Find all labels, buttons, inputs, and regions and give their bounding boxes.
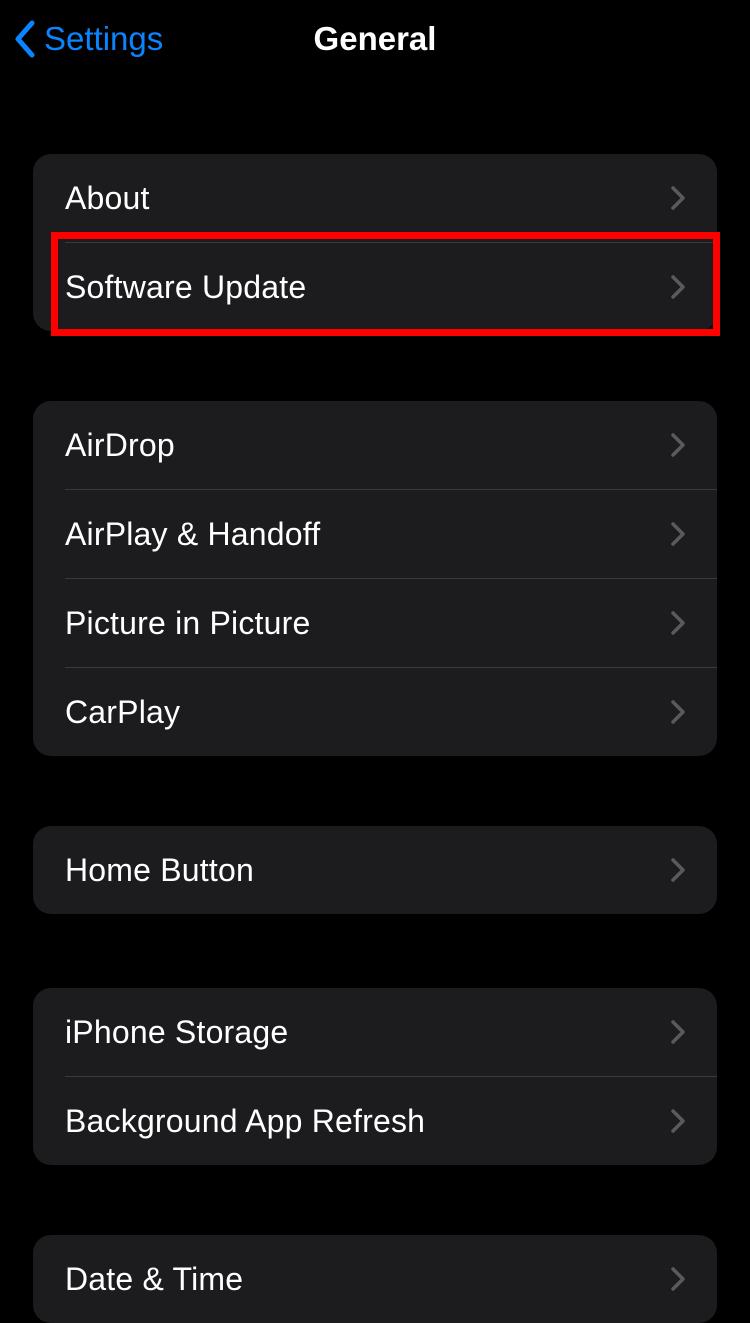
row-picture-in-picture[interactable]: Picture in Picture xyxy=(33,579,717,667)
chevron-right-icon xyxy=(671,700,685,724)
row-label: iPhone Storage xyxy=(65,1014,288,1051)
chevron-right-icon xyxy=(671,1020,685,1044)
chevron-right-icon xyxy=(671,275,685,299)
row-label: Date & Time xyxy=(65,1261,243,1298)
nav-header: Settings General xyxy=(0,0,750,78)
row-carplay[interactable]: CarPlay xyxy=(33,668,717,756)
row-software-update[interactable]: Software Update xyxy=(33,243,717,331)
row-about[interactable]: About xyxy=(33,154,717,242)
row-label: CarPlay xyxy=(65,694,180,731)
section-storage: iPhone Storage Background App Refresh xyxy=(33,988,717,1165)
content: About Software Update AirDrop AirPlay & … xyxy=(0,78,750,1323)
row-label: AirDrop xyxy=(65,427,175,464)
row-date-time[interactable]: Date & Time xyxy=(33,1235,717,1323)
row-label: Home Button xyxy=(65,852,254,889)
row-label: Picture in Picture xyxy=(65,605,310,642)
row-background-app-refresh[interactable]: Background App Refresh xyxy=(33,1077,717,1165)
chevron-right-icon xyxy=(671,186,685,210)
row-home-button[interactable]: Home Button xyxy=(33,826,717,914)
chevron-right-icon xyxy=(671,858,685,882)
row-label: Background App Refresh xyxy=(65,1103,425,1140)
row-iphone-storage[interactable]: iPhone Storage xyxy=(33,988,717,1076)
chevron-right-icon xyxy=(671,433,685,457)
row-airdrop[interactable]: AirDrop xyxy=(33,401,717,489)
chevron-right-icon xyxy=(671,1267,685,1291)
row-label: About xyxy=(65,180,150,217)
row-label: Software Update xyxy=(65,269,306,306)
chevron-right-icon xyxy=(671,611,685,635)
chevron-left-icon xyxy=(14,20,36,58)
row-airplay-handoff[interactable]: AirPlay & Handoff xyxy=(33,490,717,578)
section-about: About Software Update xyxy=(33,154,717,331)
chevron-right-icon xyxy=(671,522,685,546)
back-button[interactable]: Settings xyxy=(0,20,163,58)
chevron-right-icon xyxy=(671,1109,685,1133)
section-home-button: Home Button xyxy=(33,826,717,914)
page-title: General xyxy=(314,20,437,58)
back-label: Settings xyxy=(44,20,163,58)
section-date-time: Date & Time xyxy=(33,1235,717,1323)
section-airdrop: AirDrop AirPlay & Handoff Picture in Pic… xyxy=(33,401,717,756)
row-label: AirPlay & Handoff xyxy=(65,516,320,553)
